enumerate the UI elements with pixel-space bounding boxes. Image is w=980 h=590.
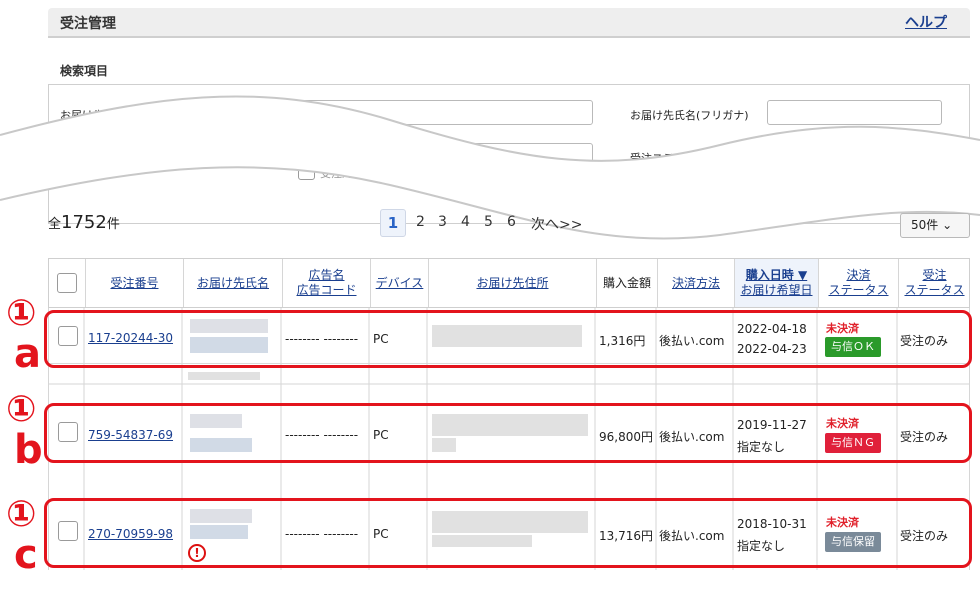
header-device[interactable]: デバイス bbox=[370, 259, 428, 307]
page-link[interactable]: 5 bbox=[484, 214, 493, 230]
marker-letter: b bbox=[14, 427, 43, 473]
page-title: 受注管理 bbox=[60, 16, 116, 32]
header-amount: 購入金額 bbox=[596, 259, 657, 307]
table-header: 受注番号 お届け先氏名 広告名 広告コード デバイス お届け先住所 購入金額 決… bbox=[48, 258, 970, 308]
header-pay-status[interactable]: 決済 ステータス bbox=[818, 259, 898, 307]
highlight-box-c bbox=[44, 498, 972, 568]
marker-letter: c bbox=[14, 532, 38, 578]
marker-number: ① bbox=[6, 494, 37, 535]
header-payment[interactable]: 決済方法 bbox=[657, 259, 734, 307]
chevron-down-icon: ⌄ bbox=[900, 148, 911, 162]
next-page-link[interactable]: 次へ>> bbox=[531, 214, 582, 234]
header-ad[interactable]: 広告名 広告コード bbox=[282, 259, 370, 307]
page-link[interactable]: 6 bbox=[507, 214, 516, 230]
page-link[interactable]: 3 bbox=[438, 214, 447, 230]
header-order-no[interactable]: 受注番号 bbox=[85, 259, 183, 307]
name-kana-input[interactable] bbox=[767, 100, 942, 125]
select-all-checkbox[interactable] bbox=[57, 273, 77, 293]
marker-letter: a bbox=[14, 331, 41, 377]
search-section-title: 検索項目 bbox=[60, 64, 109, 78]
name-kanji-input[interactable] bbox=[198, 100, 593, 125]
search-field-4[interactable] bbox=[767, 185, 942, 210]
redacted-fragment bbox=[188, 372, 260, 380]
chevron-down-icon: ⌄ bbox=[942, 218, 953, 232]
page-header-bar bbox=[48, 8, 970, 38]
order-handling-checkbox[interactable] bbox=[298, 163, 315, 180]
order-handling-label: 受注対応 bbox=[320, 167, 364, 180]
header-address[interactable]: お届け先住所 bbox=[428, 259, 596, 307]
per-page-select[interactable]: 50件 ⌄ bbox=[900, 213, 970, 238]
header-order-status[interactable]: 受注 ステータス bbox=[898, 259, 970, 307]
page-link[interactable]: 2 bbox=[416, 214, 425, 230]
order-status-label: 受注ステータス bbox=[630, 152, 707, 165]
help-question-icon[interactable]: ? bbox=[166, 104, 180, 118]
page-current[interactable]: 1 bbox=[380, 209, 406, 237]
highlight-box-a bbox=[44, 310, 972, 368]
marker-number: ① bbox=[6, 389, 37, 430]
result-count: 全1752件 bbox=[48, 212, 120, 233]
header-date[interactable]: 購入日時 ▼ お届け希望日 bbox=[734, 259, 818, 307]
help-link[interactable]: ヘルプ bbox=[905, 12, 947, 32]
marker-number: ① bbox=[6, 293, 37, 334]
highlight-box-b bbox=[44, 403, 972, 463]
order-status-select-value: -- 選択してください -- bbox=[776, 148, 897, 162]
page-link[interactable]: 4 bbox=[461, 214, 470, 230]
order-status-select[interactable]: -- 選択してください -- ⌄ bbox=[767, 144, 923, 167]
search-field-2[interactable] bbox=[198, 143, 593, 168]
name-kana-label: お届け先氏名(フリガナ) bbox=[630, 109, 749, 122]
header-select-all bbox=[49, 259, 85, 307]
header-recipient[interactable]: お届け先氏名 bbox=[183, 259, 282, 307]
name-kanji-label: お届け先氏名(漢字) bbox=[60, 109, 157, 122]
